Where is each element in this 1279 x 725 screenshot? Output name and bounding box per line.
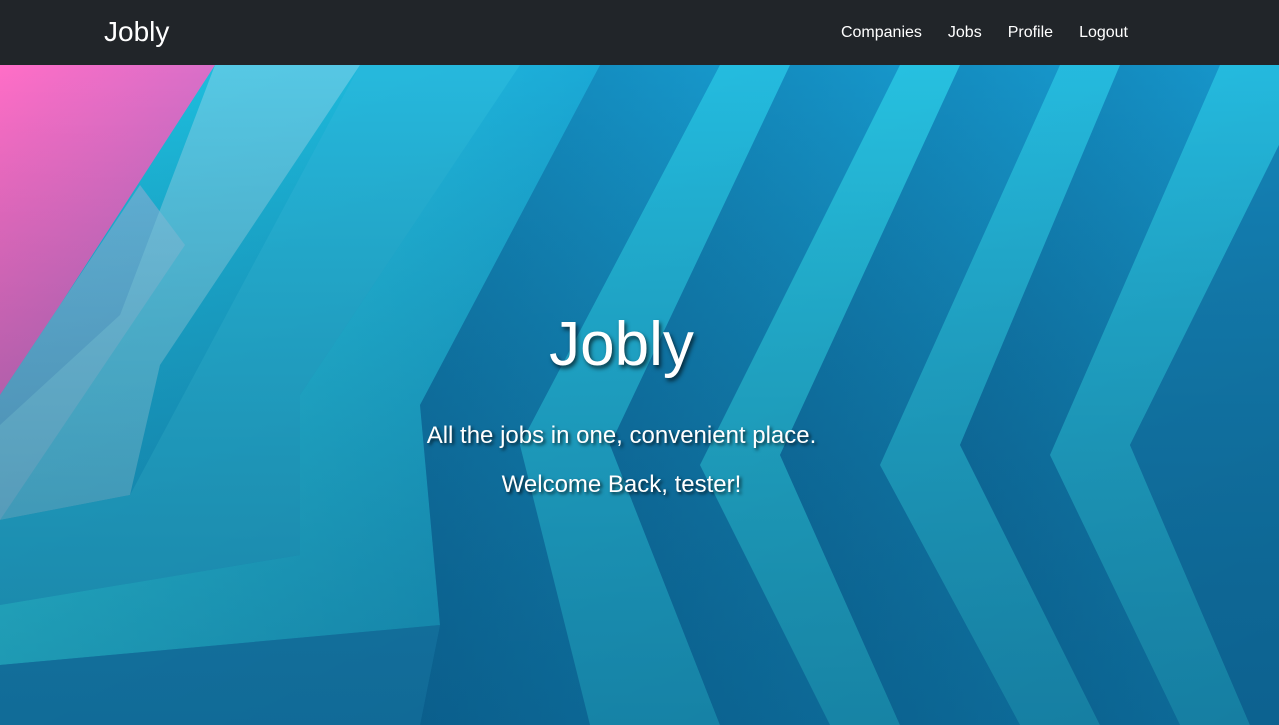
hero-section: Jobly All the jobs in one, convenient pl… — [0, 65, 1279, 725]
nav-link-profile[interactable]: Profile — [1008, 24, 1053, 42]
hero-tagline: All the jobs in one, convenient place. — [426, 422, 817, 449]
nav-links: Companies Jobs Profile Logout — [815, 0, 1128, 65]
nav-link-jobs[interactable]: Jobs — [948, 24, 982, 42]
nav-link-logout[interactable]: Logout — [1079, 24, 1128, 42]
hero-welcome-message: Welcome Back, tester! — [501, 471, 742, 498]
hero-title: Jobly — [549, 310, 694, 379]
brand-link[interactable]: Jobly — [104, 14, 169, 50]
nav-link-companies[interactable]: Companies — [841, 24, 922, 42]
hero-content: Jobly All the jobs in one, convenient pl… — [0, 65, 1279, 725]
navbar: Jobly Companies Jobs Profile Logout — [0, 0, 1279, 65]
